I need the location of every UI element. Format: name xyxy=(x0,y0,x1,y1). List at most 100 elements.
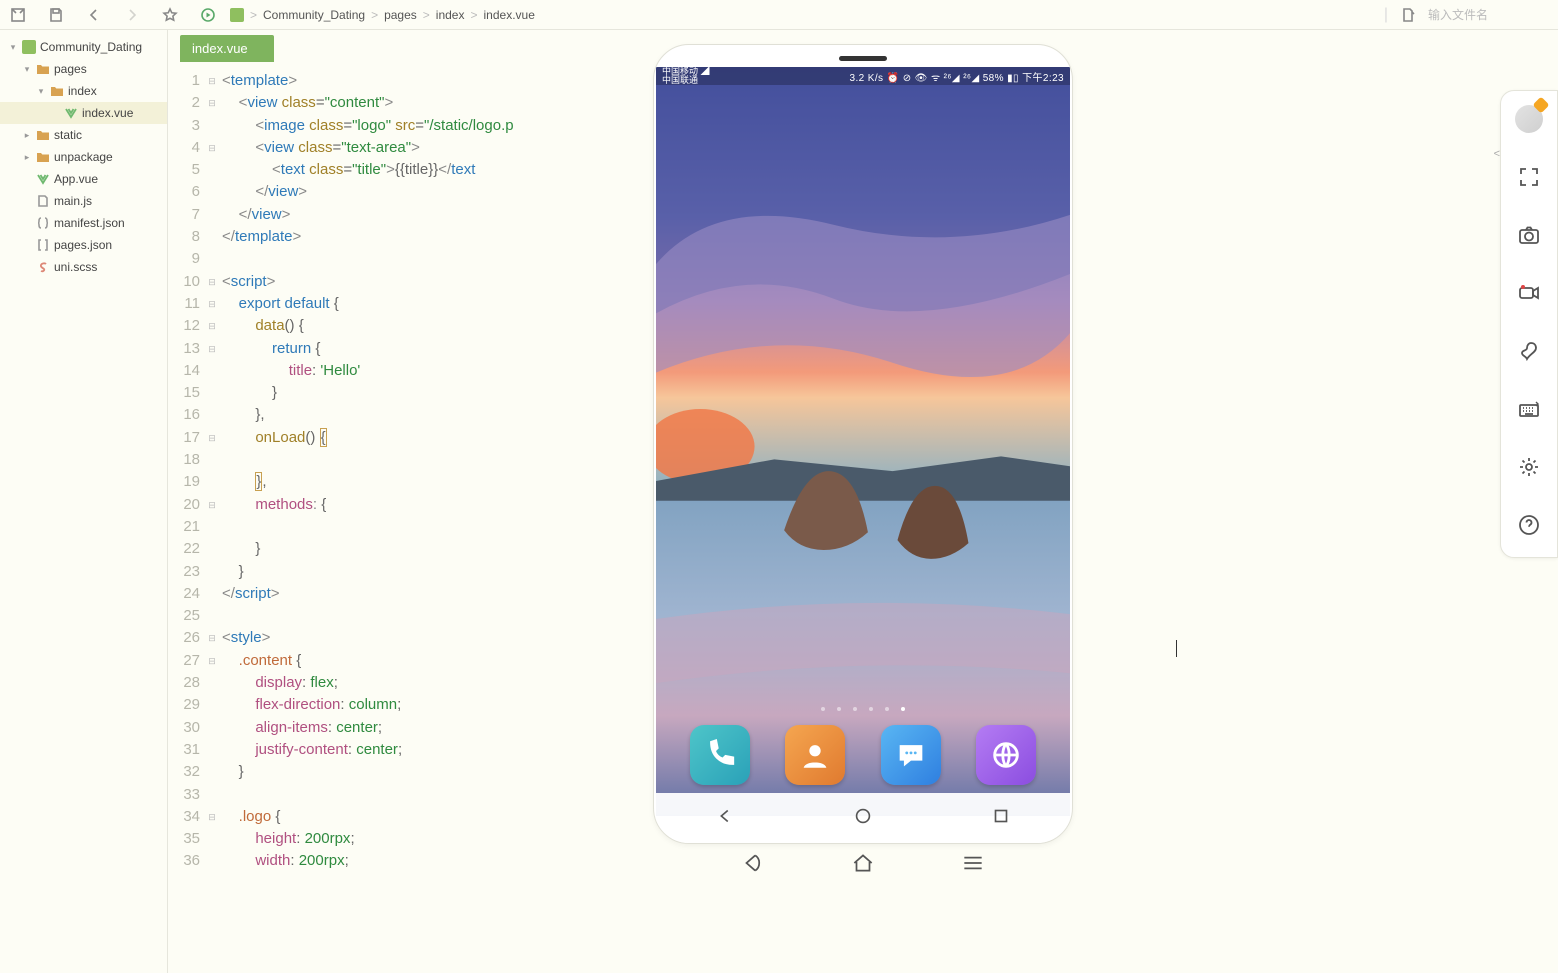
js-icon xyxy=(36,194,50,208)
tab-index-vue[interactable]: index.vue xyxy=(180,35,274,62)
emulator-ext-bar xyxy=(698,844,1028,886)
ext-menu-icon[interactable] xyxy=(960,850,986,881)
home-key-icon[interactable] xyxy=(852,805,874,832)
right-blank-area: < xyxy=(1078,30,1558,973)
tree-item-main-js[interactable]: main.js xyxy=(0,190,167,212)
dnd-icon: ⊘ xyxy=(903,73,912,84)
settings-icon[interactable] xyxy=(1515,453,1543,481)
tree-item-manifest-json[interactable]: manifest.json xyxy=(0,212,167,234)
tree-label: index xyxy=(68,84,97,98)
breadcrumb-project[interactable]: Community_Dating xyxy=(263,8,365,22)
tree-label: index.vue xyxy=(82,106,133,120)
top-toolbar: >Community_Dating >pages >index >index.v… xyxy=(0,0,1558,30)
phone-speaker xyxy=(839,56,887,61)
bracket-icon xyxy=(36,238,50,252)
ext-home-icon[interactable] xyxy=(850,850,876,881)
folder-icon xyxy=(50,84,64,98)
forward-icon[interactable] xyxy=(124,7,140,23)
header-divider: | xyxy=(1384,6,1388,24)
code-area[interactable]: <template> <view class="content"> <image… xyxy=(218,62,648,973)
breadcrumb[interactable]: >Community_Dating >pages >index >index.v… xyxy=(230,8,535,22)
tree-item-pages-json[interactable]: pages.json xyxy=(0,234,167,256)
page-dots xyxy=(656,707,1070,711)
device-preview-column: 中国移动 ◢中国联通 3.2 K/s ⏰ ⊘ 👁 ᯤ ²⁶◢ ²⁶◢ 58% ▮… xyxy=(648,30,1078,973)
tree-arrow-icon[interactable]: ▸ xyxy=(22,152,32,162)
tree-item-App-vue[interactable]: App.vue xyxy=(0,168,167,190)
tree-arrow-icon[interactable]: ▸ xyxy=(22,130,32,140)
alarm-icon: ⏰ xyxy=(887,73,900,84)
tree-item-uni-scss[interactable]: uni.scss xyxy=(0,256,167,278)
net-speed: 3.2 K/s xyxy=(850,73,884,84)
ext-back-icon[interactable] xyxy=(740,850,766,881)
tree-arrow-icon[interactable] xyxy=(22,262,32,272)
tree-label: pages xyxy=(54,62,87,76)
file-explorer[interactable]: ▾ Community_Dating ▾ pages ▾ index index.vue ▸ s… xyxy=(0,30,168,973)
eye-icon: 👁 xyxy=(915,73,928,84)
back-key-icon[interactable] xyxy=(714,805,736,832)
new-file-icon[interactable] xyxy=(1400,7,1416,23)
brush-icon[interactable] xyxy=(1515,337,1543,365)
tree-label: uni.scss xyxy=(54,260,97,274)
main-area: ▾ Community_Dating ▾ pages ▾ index index.vue ▸ s… xyxy=(0,30,1558,973)
project-icon xyxy=(22,40,36,54)
android-soft-keys xyxy=(656,793,1070,843)
help-icon[interactable] xyxy=(1515,511,1543,539)
fold-gutter[interactable]: ⊟⊟⊟⊟⊟⊟⊟⊟⊟⊟⊟⊟ xyxy=(206,62,218,973)
tree-item-static[interactable]: ▸ static xyxy=(0,124,167,146)
tree-arrow-icon[interactable]: ▾ xyxy=(8,42,18,52)
tree-arrow-icon[interactable] xyxy=(22,218,32,228)
editor-panel: index.vue 123456789101112131415161718192… xyxy=(168,30,648,973)
camera-icon[interactable] xyxy=(1515,221,1543,249)
recent-key-icon[interactable] xyxy=(990,805,1012,832)
json-icon xyxy=(36,216,50,230)
breadcrumb-part[interactable]: pages xyxy=(384,8,417,22)
android-status-bar: 中国移动 ◢中国联通 3.2 K/s ⏰ ⊘ 👁 ᯤ ²⁶◢ ²⁶◢ 58% ▮… xyxy=(656,67,1070,85)
dock-app-messages[interactable] xyxy=(881,725,941,785)
wifi-icon: ᯤ xyxy=(931,73,941,84)
tree-item-pages[interactable]: ▾ pages xyxy=(0,58,167,80)
keyboard-icon[interactable] xyxy=(1515,395,1543,423)
line-number-gutter: 1234567891011121314151617181920212223242… xyxy=(168,62,206,973)
tree-arrow-icon[interactable]: ▾ xyxy=(36,86,46,96)
run-icon[interactable] xyxy=(200,7,216,23)
tree-item-index-vue[interactable]: index.vue xyxy=(0,102,167,124)
tree-label: Community_Dating xyxy=(40,40,142,54)
tree-label: unpackage xyxy=(54,150,113,164)
avatar-icon[interactable] xyxy=(1515,105,1543,133)
dock-app-browser[interactable] xyxy=(976,725,1036,785)
folder-icon xyxy=(36,62,50,76)
tree-label: manifest.json xyxy=(54,216,125,230)
breadcrumb-part[interactable]: index xyxy=(436,8,465,22)
tree-item-index[interactable]: ▾ index xyxy=(0,80,167,102)
back-icon[interactable] xyxy=(86,7,102,23)
panel-icon[interactable] xyxy=(10,7,26,23)
star-icon[interactable] xyxy=(162,7,178,23)
emulator-side-toolbar xyxy=(1500,90,1558,558)
tab-bar: index.vue xyxy=(168,30,648,62)
fullscreen-icon[interactable] xyxy=(1515,163,1543,191)
tree-label: static xyxy=(54,128,82,142)
code-editor[interactable]: 1234567891011121314151617181920212223242… xyxy=(168,62,648,973)
tree-arrow-icon[interactable] xyxy=(50,108,60,118)
tree-arrow-icon[interactable] xyxy=(22,240,32,250)
phone-screen[interactable]: 中国移动 ◢中国联通 3.2 K/s ⏰ ⊘ 👁 ᯤ ²⁶◢ ²⁶◢ 58% ▮… xyxy=(656,67,1070,843)
carrier-label: 中国联通 xyxy=(662,75,698,85)
project-icon xyxy=(230,8,244,22)
clock-label: 下午2:23 xyxy=(1022,73,1064,84)
save-icon[interactable] xyxy=(48,7,64,23)
dock-app-contacts[interactable] xyxy=(785,725,845,785)
tree-arrow-icon[interactable]: ▾ xyxy=(22,64,32,74)
folder-icon xyxy=(36,150,50,164)
cursor-caret xyxy=(1176,640,1177,657)
tree-item-Community_Dating[interactable]: ▾ Community_Dating xyxy=(0,36,167,58)
tree-arrow-icon[interactable] xyxy=(22,196,32,206)
tree-label: main.js xyxy=(54,194,92,208)
tree-item-unpackage[interactable]: ▸ unpackage xyxy=(0,146,167,168)
tree-arrow-icon[interactable] xyxy=(22,174,32,184)
signal-icon: ◢ xyxy=(698,67,710,76)
filename-search-input[interactable] xyxy=(1428,8,1548,22)
dock-app-phone[interactable] xyxy=(690,725,750,785)
tab-label: index.vue xyxy=(192,41,248,56)
breadcrumb-part[interactable]: index.vue xyxy=(484,8,535,22)
video-record-icon[interactable] xyxy=(1515,279,1543,307)
